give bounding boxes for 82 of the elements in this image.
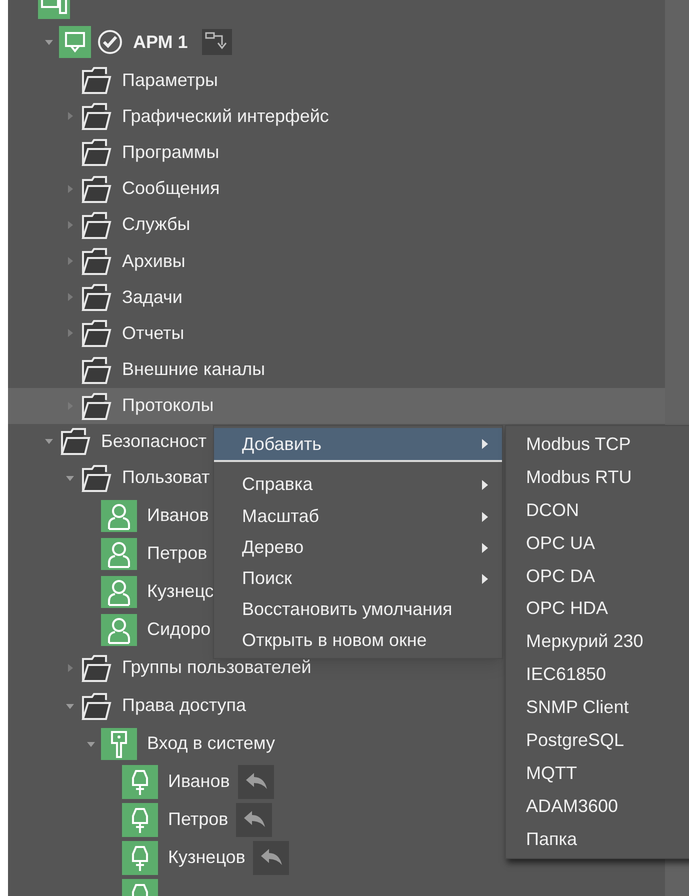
tree-item-label[interactable]: Сообщения <box>122 175 220 202</box>
tree-item-label[interactable]: Внешние каналы <box>122 356 266 384</box>
tree-item-label[interactable]: Кузнецов <box>168 844 246 872</box>
collapse-arrow-icon[interactable] <box>66 702 74 710</box>
folder-icon <box>80 282 112 312</box>
tree-item-label[interactable]: Службы <box>122 211 190 238</box>
user-icon <box>101 538 137 570</box>
menu-item[interactable]: Справка <box>214 468 502 501</box>
folder-icon <box>80 65 112 96</box>
undo-icon[interactable] <box>238 764 274 799</box>
tree-item-label[interactable]: Архивы <box>122 248 186 275</box>
folder-icon <box>59 426 91 456</box>
menu-item[interactable]: MQTT <box>506 756 689 790</box>
collapse-arrow-icon[interactable] <box>66 474 74 482</box>
folder-icon <box>80 690 112 721</box>
menu-item[interactable]: Восстановить умолчания <box>214 594 502 625</box>
tree-item-label[interactable]: Графический интерфейс <box>122 102 329 130</box>
expand-arrow-icon[interactable] <box>66 184 74 193</box>
folder-icon <box>80 137 112 168</box>
menu-item[interactable]: Масштаб <box>214 501 502 532</box>
menu-item[interactable]: ADAM3600 <box>506 790 689 823</box>
menu-item[interactable]: Папка <box>506 822 689 856</box>
expand-arrow-icon[interactable] <box>66 257 74 266</box>
collapse-arrow-icon[interactable] <box>45 38 53 46</box>
expand-arrow-icon[interactable] <box>66 293 74 302</box>
folder-icon <box>80 652 112 683</box>
tree-item-label[interactable]: Программы <box>122 138 220 166</box>
folder-icon <box>80 318 112 348</box>
folder-icon <box>80 354 112 385</box>
tree-row-highlight[interactable]: Протоколы <box>8 388 665 424</box>
expand-arrow-icon[interactable] <box>66 112 74 120</box>
menu-item[interactable]: IEC61850 <box>506 658 689 692</box>
menu-item[interactable]: Modbus RTU <box>506 460 689 494</box>
tree-item-label[interactable]: Петров <box>147 540 208 568</box>
menu-item[interactable]: Modbus TCP <box>506 428 689 461</box>
folder-icon <box>80 246 112 276</box>
plug-icon <box>122 764 158 799</box>
tree-item-label[interactable]: Отчеты <box>122 320 184 347</box>
menu-item[interactable]: Добавить <box>214 428 502 462</box>
key-icon <box>101 728 137 760</box>
menu-item[interactable]: Дерево <box>214 532 502 563</box>
tree-item-label[interactable]: Петров <box>168 806 228 834</box>
menu-item[interactable]: PostgreSQL <box>506 724 689 757</box>
menu-item[interactable]: SNMP Client <box>506 691 689 724</box>
folder-icon <box>80 101 112 132</box>
deploy-icon[interactable] <box>202 29 232 55</box>
tree-item-label[interactable]: Параметры <box>122 66 218 94</box>
tree-item-label[interactable]: Задачи <box>122 284 182 311</box>
tree-item-label[interactable]: Кузнецс <box>147 578 214 606</box>
folder-icon <box>80 210 112 240</box>
menu-item[interactable]: Поиск <box>214 563 502 594</box>
expand-arrow-icon[interactable] <box>66 329 74 338</box>
menu-item[interactable]: Меркурий 230 <box>506 625 689 658</box>
collapse-arrow-icon[interactable] <box>45 437 53 446</box>
menu-item[interactable]: DCON <box>506 494 689 527</box>
tree-item-label[interactable]: Права доступа <box>122 692 246 720</box>
monitor-icon <box>59 26 91 58</box>
tree-item-label[interactable]: Безопасност <box>101 428 206 455</box>
tree-item-label[interactable]: АРМ 1 <box>133 28 188 56</box>
menu-item[interactable]: OPC HDA <box>506 592 689 626</box>
folder-icon <box>80 390 112 421</box>
plug-icon <box>122 802 158 837</box>
folder-icon <box>80 462 112 493</box>
undo-icon[interactable] <box>236 802 272 837</box>
menu-item[interactable]: OPC DA <box>506 560 689 592</box>
tree-item-label[interactable]: Протоколы <box>122 392 214 420</box>
tree-item-label[interactable]: Иванов <box>168 768 230 796</box>
folder-icon <box>80 174 112 204</box>
user-icon <box>101 500 137 532</box>
undo-icon[interactable] <box>253 840 290 875</box>
plug-icon <box>122 840 158 875</box>
tree-item-label[interactable]: Вход в систему <box>147 730 275 758</box>
expand-arrow-icon[interactable] <box>66 220 74 229</box>
tree-item-label[interactable]: Пользоват <box>122 464 210 492</box>
tree-item-label[interactable]: Сидоро <box>147 616 211 644</box>
user-icon <box>101 576 137 608</box>
user-icon <box>101 614 137 646</box>
menu-item[interactable]: Открыть в новом окне <box>214 625 502 656</box>
expand-arrow-icon[interactable] <box>66 664 74 672</box>
menu-item[interactable]: OPC UA <box>506 526 689 560</box>
tree-item-label[interactable]: Иванов <box>147 502 209 530</box>
collapse-arrow-icon[interactable] <box>87 740 95 748</box>
